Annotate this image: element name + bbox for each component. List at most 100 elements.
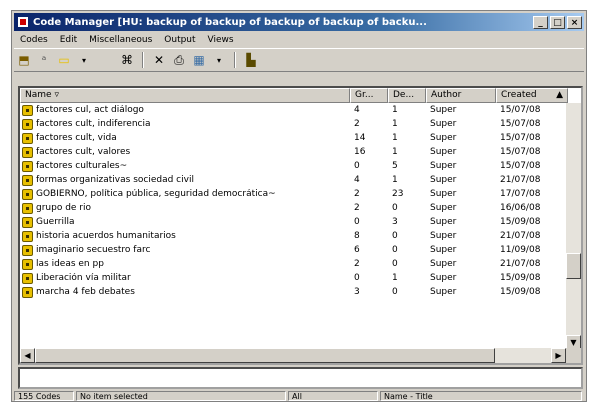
cell-name: grupo de rio [20,202,350,214]
cell-author: Super [430,231,457,241]
dropdown-arrow-icon[interactable]: ▾ [77,51,91,69]
menu-miscellaneous[interactable]: Miscellaneous [83,35,158,45]
print-icon[interactable]: ⎙ [172,51,186,69]
list-item[interactable]: GOBIERNO, política pública, seguridad de… [20,187,561,201]
toolbar-separator [234,52,236,68]
cell-name: factores cult, indiferencia [20,118,350,130]
cell-author: Super [430,189,457,199]
code-name: factores culturales~ [36,161,128,171]
cell-author: Super [430,133,457,143]
list-header: Name ▿ Gr... De... Author Created ▲ [20,88,568,103]
code-manager-window: Code Manager [HU: backup of backup of ba… [11,10,587,402]
menu-codes[interactable]: Codes [14,35,54,45]
scroll-thumb[interactable] [35,348,495,363]
list-item[interactable]: las ideas en pp 2 0 Super 21/07/08 [20,257,561,271]
cell-author: Super [430,119,457,129]
list-item[interactable]: factores cult, vida 14 1 Super 15/07/08 [20,131,561,145]
rename-code-icon[interactable]: ᵃ [37,51,51,69]
list-item[interactable]: historia acuerdos humanitarios 8 0 Super 21/… [20,229,561,243]
code-name: Liberación vía militar [36,273,131,283]
cell-created: 15/09/08 [500,273,541,283]
horizontal-scrollbar[interactable]: ◀ ▶ [20,348,566,363]
network-view-icon[interactable]: ▙ [244,51,258,69]
cell-density: 1 [392,175,398,185]
cell-name: factores cult, valores [20,146,350,158]
cell-density: 1 [392,105,398,115]
cell-created: 15/07/08 [500,119,541,129]
app-icon [17,16,29,28]
cell-name: marcha 4 feb debates [20,286,350,298]
maximize-button[interactable]: □ [550,15,565,29]
code-name: imaginario secuestro farc [36,245,151,255]
code-name: Guerrilla [36,217,75,227]
cell-author: Super [430,105,457,115]
code-icon [22,230,33,242]
list-item[interactable]: formas organizativas sociedad civil 4 1 Sup… [20,173,561,187]
cell-author: Super [430,147,457,157]
toolbar: ⬒ ᵃ ▭ ▾ ⌘ ✕ ⎙ ▦ ▾ ▙ [14,48,584,72]
code-icon [22,104,33,116]
column-header-name[interactable]: Name ▿ [20,88,350,103]
scroll-left-button[interactable]: ◀ [20,348,35,363]
cell-groundedness: 2 [354,189,360,199]
delete-icon[interactable]: ✕ [152,51,166,69]
code-icon [22,258,33,270]
new-code-icon[interactable]: ⬒ [17,51,31,69]
toolbar-separator [142,52,144,68]
code-name: GOBIERNO, política pública, seguridad de… [36,189,276,199]
column-header-density[interactable]: De... [388,88,426,103]
title-bar[interactable]: Code Manager [HU: backup of backup of ba… [14,13,584,31]
cell-groundedness: 14 [354,133,366,143]
cell-groundedness: 6 [354,245,360,255]
list-item[interactable]: marcha 4 feb debates 3 0 Super 15/09/08 [20,285,561,299]
color-icon[interactable]: ▭ [57,51,71,69]
list-item[interactable]: factores cult, indiferencia 2 1 Super 15/07/… [20,117,561,131]
cell-groundedness: 2 [354,203,360,213]
column-header-groundedness[interactable]: Gr... [350,88,388,103]
merge-codes-icon[interactable]: ⌘ [120,51,134,69]
vertical-scrollbar[interactable]: ▼ [566,103,581,350]
column-label: Name [25,90,52,100]
column-header-author[interactable]: Author [426,88,496,103]
scroll-thumb[interactable] [566,253,581,279]
cell-created: 15/09/08 [500,217,541,227]
status-selection: No item selected [76,391,286,401]
grid-view-icon[interactable]: ▦ [192,51,206,69]
cell-author: Super [430,203,457,213]
scroll-right-button[interactable]: ▶ [551,348,566,363]
list-item[interactable]: Liberación vía militar 0 1 Super 15/09/08 [20,271,561,285]
cell-name: factores culturales~ [20,160,350,172]
cell-created: 21/07/08 [500,175,541,185]
menu-views[interactable]: Views [202,35,240,45]
list-item[interactable]: factores culturales~ 0 5 Super 15/07/08 [20,159,561,173]
column-header-created[interactable]: Created ▲ [496,88,568,103]
close-button[interactable]: × [567,15,582,29]
menu-edit[interactable]: Edit [54,35,83,45]
cell-name: imaginario secuestro farc [20,244,350,256]
code-name: marcha 4 feb debates [36,287,135,297]
menu-output[interactable]: Output [158,35,201,45]
list-item[interactable]: factores cult, valores 16 1 Super 15/07/08 [20,145,561,159]
list-item[interactable]: grupo de rio 2 0 Super 16/06/08 [20,201,561,215]
cell-density: 1 [392,147,398,157]
cell-name: historia acuerdos humanitarios [20,230,350,242]
cell-density: 0 [392,259,398,269]
list-item[interactable]: imaginario secuestro farc 6 0 Super 11/09/08 [20,243,561,257]
minimize-button[interactable]: _ [533,15,548,29]
cell-groundedness: 16 [354,147,366,157]
dropdown-arrow-icon[interactable]: ▾ [212,51,226,69]
code-name: historia acuerdos humanitarios [36,231,176,241]
cell-groundedness: 3 [354,287,360,297]
cell-author: Super [430,161,457,171]
code-icon [22,244,33,256]
cell-author: Super [430,245,457,255]
cell-groundedness: 8 [354,231,360,241]
code-icon [22,174,33,186]
code-list[interactable]: Name ▿ Gr... De... Author Created ▲ facto… [18,86,583,365]
list-item[interactable]: factores cul, act diálogo 4 1 Super 15/07/08 [20,103,561,117]
list-item[interactable]: Guerrilla 0 3 Super 15/09/08 [20,215,561,229]
comment-pane[interactable] [18,367,583,389]
cell-groundedness: 2 [354,259,360,269]
cell-groundedness: 0 [354,273,360,283]
cell-density: 0 [392,203,398,213]
